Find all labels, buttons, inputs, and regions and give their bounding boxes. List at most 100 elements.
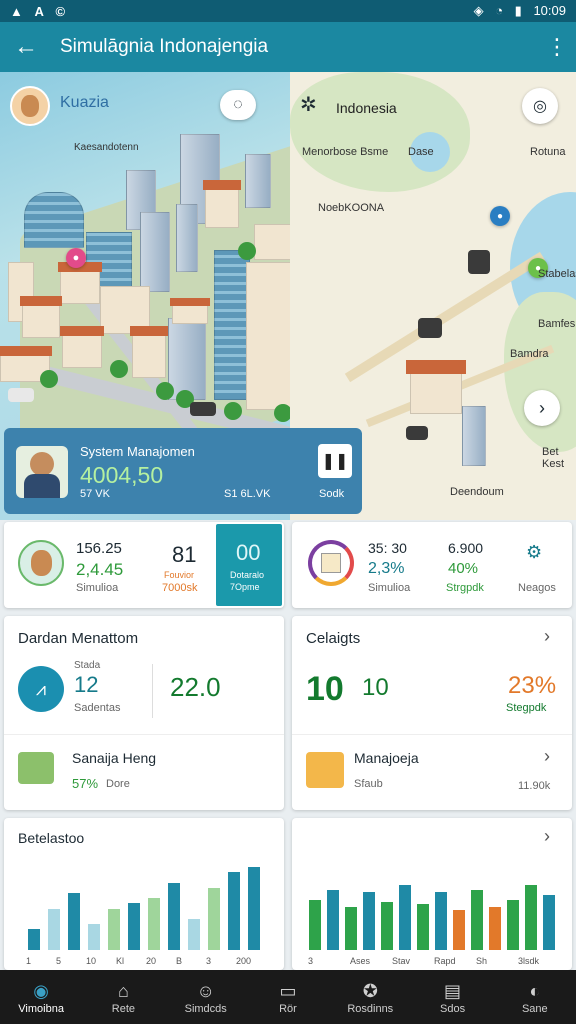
status-bar-right: ◈ ◔ ▮ 10:09: [466, 3, 566, 19]
chart-bar: [247, 867, 261, 950]
tick-label: 3lsdk: [518, 956, 540, 966]
manager-avatar: [16, 446, 68, 498]
map-label: Stabelas: [538, 268, 576, 280]
chart-bar: [345, 906, 357, 950]
divider: [152, 664, 153, 718]
chart-bar: [67, 893, 81, 950]
nav-item-rete[interactable]: ⌂ Rete: [82, 970, 164, 1024]
car: [8, 388, 34, 402]
locate-icon[interactable]: ◎: [522, 88, 558, 124]
nav-label: Sane: [521, 1003, 548, 1015]
park-icon: [18, 752, 54, 784]
tick-label: 20: [146, 956, 157, 966]
nav-item-simdcds[interactable]: ☺ Simdcds: [165, 970, 247, 1024]
tick-label: 1: [26, 956, 32, 966]
tick-label: 3: [308, 956, 314, 966]
bottom-navigation: ◉ Vimoibna ⌂ Rete ☺ Simdcds ▭ Rör ✪ Rosdinns ▤ Sdos…: [0, 970, 576, 1024]
map-label: Menorbose Bsme: [302, 146, 389, 158]
row-value: 57%: [72, 776, 99, 791]
chevron-right-icon[interactable]: ›: [544, 626, 550, 647]
chart-bar: [47, 908, 61, 950]
building: [24, 192, 84, 248]
building: [245, 154, 271, 208]
stat-value: 35: 30: [368, 540, 407, 556]
building: [62, 334, 102, 368]
signal-icon: ▮: [514, 3, 522, 18]
back-arrow-icon[interactable]: ←: [14, 33, 48, 61]
overlay-sub-left: 57 VK: [80, 488, 110, 500]
highlight-tile[interactable]: 00 Dotaralo 7Opme: [216, 524, 282, 606]
chevron-right-icon[interactable]: ›: [544, 826, 550, 847]
divider: [4, 734, 284, 735]
chart-bar: [471, 889, 483, 950]
metric-value: 10: [306, 670, 344, 708]
page-title: Simulāgnia Indonajengia: [60, 36, 269, 57]
building: [176, 204, 198, 272]
map-label: Dase: [408, 146, 434, 158]
vibrate-icon: ◈: [473, 3, 484, 18]
stat-value: 2,4.45: [76, 560, 124, 579]
chart-bar: [327, 889, 339, 950]
notification-icon: ▲: [10, 3, 23, 19]
card-dardan[interactable]: Dardan Menattom ⩘ Stada 12 Sadentas 22.0…: [4, 616, 284, 810]
chart-ticks: 1 5 10 Kl 20 B 3 200: [24, 956, 264, 968]
tick-label: Ases: [350, 956, 371, 966]
grid-icon: ▤: [444, 981, 462, 1001]
nav-label: Sdos: [440, 1003, 466, 1015]
nav-item-rosdinns[interactable]: ✪ Rosdinns: [329, 970, 411, 1024]
tick-label: Stav: [392, 956, 411, 966]
compass-rose-icon: ✲: [300, 94, 317, 116]
stat-value: 2,3%: [368, 560, 405, 577]
stat-value: 81: [172, 542, 197, 567]
stat-value: 6.900: [448, 540, 484, 556]
stat-label: Neagos: [518, 582, 556, 594]
network-icon[interactable]: ⚙: [526, 542, 542, 563]
tree: [156, 382, 174, 400]
chevron-right-icon[interactable]: ›: [544, 746, 550, 767]
more-vert-icon[interactable]: ⋮: [546, 34, 568, 60]
bulb-icon: ◐: [529, 981, 541, 1001]
map-label: Bamfes: [538, 318, 576, 330]
pause-button[interactable]: ❚❚: [318, 444, 352, 478]
car: [190, 402, 216, 416]
chart-card-right[interactable]: › 3 Ases Stav Rapd Sh 3lsdk: [292, 818, 572, 970]
chart-bar: [363, 892, 375, 950]
avatar[interactable]: [10, 86, 50, 126]
metric-value: 12: [74, 672, 99, 697]
car: [418, 318, 442, 338]
map-pin-icon[interactable]: ●: [66, 248, 86, 268]
metric-label: Stegpdk: [506, 702, 547, 714]
chart-bar: [381, 902, 393, 950]
wifi-icon: ◔: [495, 3, 504, 18]
chart-bar: [27, 929, 41, 950]
chart-bar: [489, 906, 501, 950]
roof: [203, 180, 241, 190]
chart-ticks: 3 Ases Stav Rapd Sh 3lsdk: [306, 956, 558, 968]
nav-item-sane[interactable]: ◐ Sane: [494, 970, 576, 1024]
nav-item-sdos[interactable]: ▤ Sdos: [411, 970, 493, 1024]
chart-card-left[interactable]: Betelastoo 1 5 10 Kl 20 B 3 200: [4, 818, 284, 970]
row-value: 11.90k: [518, 780, 551, 792]
nav-item-vimoibna[interactable]: ◉ Vimoibna: [0, 970, 82, 1024]
card-celaigts[interactable]: Celaigts › 10 10 23% Stegpdk Manajoeja S…: [292, 616, 572, 810]
system-summary-card[interactable]: System Manajomen 4004,50 57 VK S1 6L.VK …: [4, 428, 362, 514]
tick-label: Rapd: [434, 956, 456, 966]
nav-item-rör[interactable]: ▭ Rör: [247, 970, 329, 1024]
chart-bar: [309, 899, 321, 950]
chevron-right-icon[interactable]: ›: [524, 390, 560, 426]
roof: [406, 360, 466, 374]
chat-bubble-icon[interactable]: ◌: [220, 90, 256, 120]
car: [468, 250, 490, 274]
chart-bar: [453, 909, 465, 950]
person-icon: ☺: [196, 981, 215, 1001]
home-icon: ⌂: [117, 981, 129, 1001]
metric-label: Sadentas: [74, 702, 121, 714]
compass-icon: ◉: [33, 981, 49, 1001]
map-pin-icon[interactable]: ●: [490, 206, 510, 226]
bar-chart: [306, 878, 558, 950]
nav-label: Vimoibna: [18, 1003, 64, 1015]
stat-card-left[interactable]: 156.25 2,4.45 Simulioa 81 Fouvior 7000sk…: [4, 522, 284, 608]
stat-card-right[interactable]: 35: 30 2,3% Simulioa 6.900 40% Strgpdk ⚙…: [292, 522, 572, 608]
chart-bar: [107, 908, 121, 950]
tick-label: Kl: [116, 956, 125, 966]
